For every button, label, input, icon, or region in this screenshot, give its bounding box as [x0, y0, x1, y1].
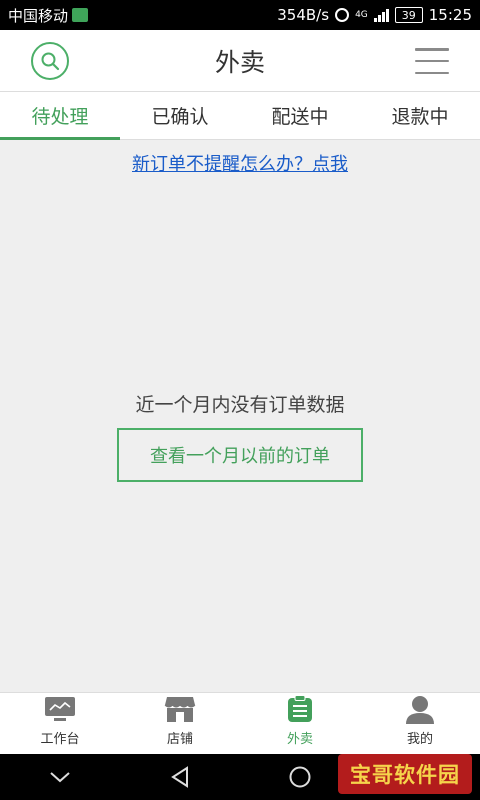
- nav-item-takeout[interactable]: 外卖: [240, 693, 360, 754]
- tab-label: 待处理: [31, 106, 89, 128]
- store-icon: [164, 695, 196, 723]
- workbench-icon: [44, 695, 76, 723]
- empty-state-message: 近一个月内没有订单数据: [135, 394, 345, 416]
- tab-delivering[interactable]: 配送中: [240, 92, 360, 139]
- home-circle-icon: [289, 766, 311, 788]
- nav-label: 外卖: [286, 732, 313, 747]
- view-older-orders-button[interactable]: 查看一个月以前的订单: [117, 428, 363, 482]
- bottom-nav: 工作台 店铺 外卖 我的: [0, 692, 480, 754]
- tab-label: 配送中: [271, 106, 329, 128]
- signal-icon: [373, 8, 389, 22]
- tab-confirmed[interactable]: 已确认: [120, 92, 240, 139]
- tab-pending[interactable]: 待处理: [0, 92, 120, 140]
- sim-card-icon: [72, 8, 89, 22]
- carrier-name: 中国移动: [8, 6, 69, 25]
- back-button[interactable]: [150, 757, 210, 797]
- nav-item-profile[interactable]: 我的: [360, 693, 480, 754]
- collapse-button[interactable]: [30, 757, 90, 797]
- hamburger-menu-icon: [415, 48, 449, 51]
- nav-item-workbench[interactable]: 工作台: [0, 693, 120, 754]
- clock: 15:25: [428, 6, 472, 24]
- home-button[interactable]: [270, 757, 330, 797]
- network-type: 4G: [355, 9, 368, 20]
- order-status-tabs: 待处理 已确认 配送中 退款中: [0, 92, 480, 140]
- notification-help-link[interactable]: 新订单不提醒怎么办？点我: [0, 150, 480, 176]
- takeout-clipboard-icon: [284, 695, 316, 723]
- nav-item-store[interactable]: 店铺: [120, 693, 240, 754]
- chevron-down-icon: [50, 772, 70, 783]
- search-button[interactable]: [31, 42, 69, 80]
- view-older-orders-label: 查看一个月以前的订单: [150, 446, 330, 467]
- nav-label: 我的: [406, 732, 433, 747]
- profile-icon: [404, 695, 436, 724]
- menu-button[interactable]: [415, 48, 449, 74]
- app-header: 外卖: [0, 30, 480, 92]
- status-right: 354B/s 4G 39 15:25: [277, 6, 472, 24]
- status-bar: 中国移动 354B/s 4G 39 15:25: [0, 0, 480, 30]
- back-triangle-icon: [171, 766, 188, 788]
- tab-label: 已确认: [151, 106, 209, 128]
- alarm-icon: [335, 8, 350, 22]
- tab-label: 退款中: [391, 106, 449, 128]
- page-title: 外卖: [214, 47, 265, 77]
- nav-label: 店铺: [166, 732, 193, 747]
- net-speed: 354B/s: [277, 6, 330, 24]
- battery-level: 39: [401, 8, 416, 22]
- battery-icon: 39: [394, 7, 423, 23]
- tab-refunding[interactable]: 退款中: [360, 92, 480, 139]
- nav-label: 工作台: [40, 732, 80, 747]
- search-icon: [41, 52, 60, 71]
- watermark-logo: 宝哥软件园: [338, 754, 472, 794]
- carrier-group: 中国移动: [8, 5, 89, 26]
